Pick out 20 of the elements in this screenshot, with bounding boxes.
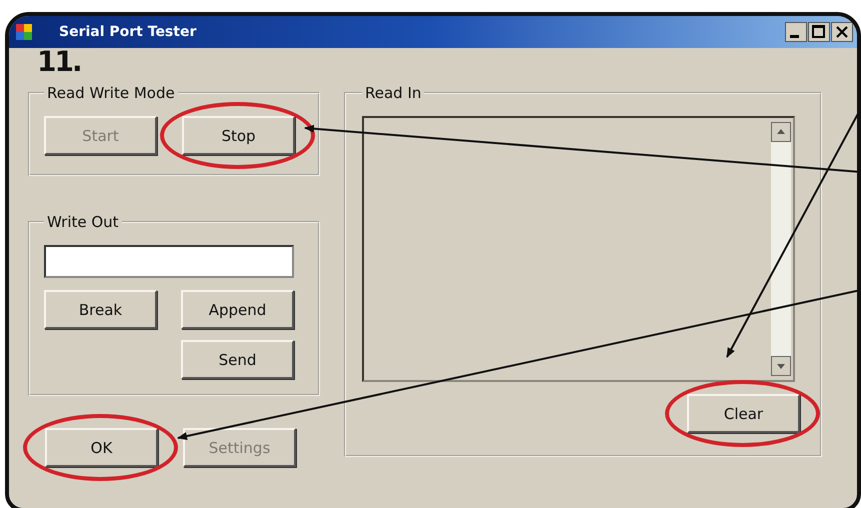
window-title: Serial Port Tester (59, 24, 196, 40)
write-button[interactable]: Append (181, 290, 294, 329)
clear-button[interactable]: Clear (687, 394, 800, 433)
write-button[interactable]: Break (44, 290, 157, 329)
scrollbar[interactable] (771, 122, 791, 376)
maximize-icon[interactable] (808, 22, 830, 42)
read-text-area[interactable] (362, 116, 795, 382)
scroll-down-icon[interactable] (771, 356, 791, 376)
write-button[interactable]: Send (181, 340, 294, 379)
group-title: Read In (364, 84, 422, 102)
group-title: Read Write Mode (46, 84, 176, 102)
minimize-icon[interactable] (785, 22, 807, 42)
close-icon[interactable] (831, 22, 853, 42)
scroll-up-icon[interactable] (771, 122, 791, 142)
group-title: Write Out (46, 213, 120, 231)
step-number: 11. (37, 48, 81, 76)
mode-button[interactable]: Stop (182, 116, 295, 155)
dialog-button[interactable]: OK (45, 428, 158, 467)
write-input-field[interactable] (44, 245, 294, 278)
app-icon (15, 23, 33, 41)
